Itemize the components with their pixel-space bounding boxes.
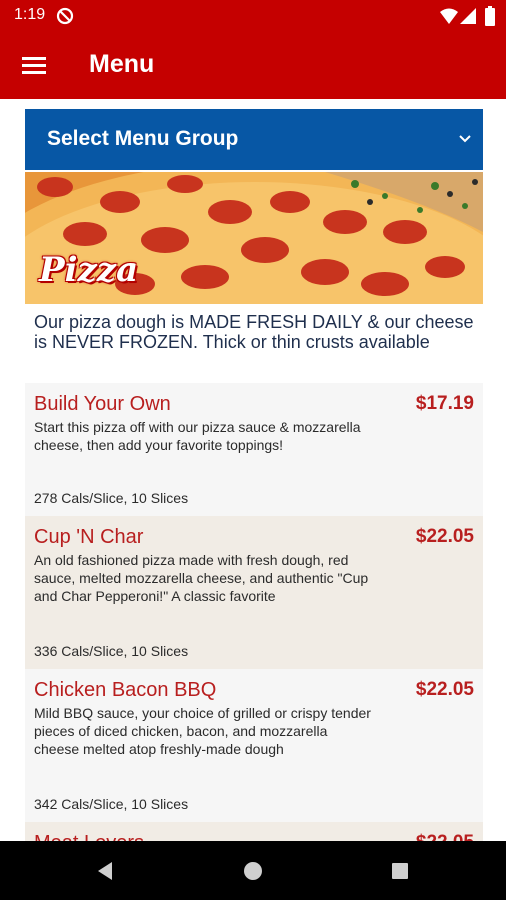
item-calories: 342 Cals/Slice, 10 Slices bbox=[34, 796, 189, 812]
item-name: Build Your Own bbox=[34, 393, 171, 415]
item-name: Cup 'N Char bbox=[34, 526, 144, 548]
signal-icon bbox=[460, 8, 476, 24]
system-nav-bar bbox=[0, 841, 506, 900]
status-bar: 1:19 bbox=[0, 0, 506, 32]
item-price: $22.05 bbox=[415, 526, 474, 547]
dnd-icon bbox=[56, 7, 74, 25]
item-price: $22.05 bbox=[415, 679, 474, 700]
menu-content[interactable]: Select Menu Group Pizza Our pizza dough … bbox=[0, 99, 506, 841]
home-icon[interactable] bbox=[242, 860, 264, 882]
item-price: $22.05 bbox=[416, 832, 474, 841]
recents-icon[interactable] bbox=[389, 860, 411, 882]
back-icon[interactable] bbox=[95, 860, 117, 882]
hamburger-menu-icon[interactable] bbox=[20, 52, 48, 78]
menu-item[interactable]: Cup 'N Char $22.05 An old fashioned pizz… bbox=[25, 516, 483, 669]
battery-icon bbox=[485, 6, 495, 26]
menu-item[interactable]: Meat Lovers $22.05 bbox=[25, 822, 483, 841]
wifi-icon bbox=[440, 8, 458, 24]
item-calories: 336 Cals/Slice, 10 Slices bbox=[34, 643, 189, 659]
menu-group-select-label: Select Menu Group bbox=[47, 127, 239, 150]
menu-group-select[interactable]: Select Menu Group bbox=[25, 109, 483, 170]
app-bar: Menu bbox=[0, 32, 506, 99]
item-description: An old fashioned pizza made with fresh d… bbox=[34, 552, 369, 604]
banner-label: Pizza bbox=[39, 250, 139, 290]
chevron-down-icon bbox=[459, 135, 471, 143]
item-calories: 278 Cals/Slice, 10 Slices bbox=[34, 490, 189, 506]
pizza-banner-image: Pizza bbox=[25, 172, 483, 304]
item-price: $17.19 bbox=[415, 393, 474, 414]
menu-item[interactable]: Build Your Own $17.19 Start this pizza o… bbox=[25, 383, 483, 516]
menu-group-description: Our pizza dough is MADE FRESH DAILY & ou… bbox=[34, 312, 474, 352]
status-time: 1:19 bbox=[14, 6, 46, 23]
item-description: Start this pizza off with our pizza sauc… bbox=[34, 419, 361, 453]
item-name: Chicken Bacon BBQ bbox=[34, 679, 217, 701]
page-title: Menu bbox=[89, 50, 155, 78]
menu-item[interactable]: Chicken Bacon BBQ $22.05 Mild BBQ sauce,… bbox=[25, 669, 483, 822]
item-name: Meat Lovers bbox=[34, 832, 144, 841]
item-description: Mild BBQ sauce, your choice of grilled o… bbox=[34, 705, 371, 757]
